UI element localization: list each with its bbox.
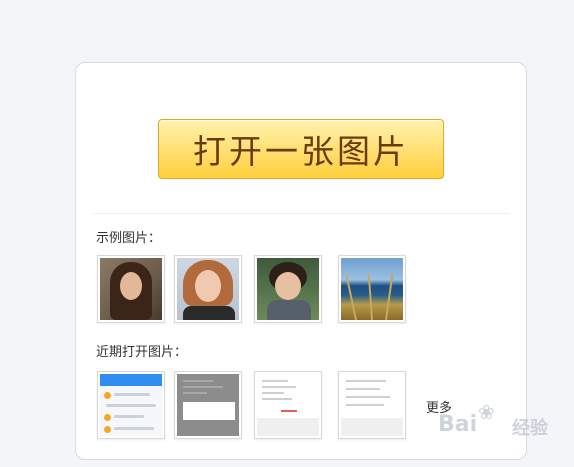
divider — [92, 213, 510, 214]
recent-images-label: 近期打开图片： — [96, 344, 188, 359]
sample-image-4[interactable] — [338, 255, 406, 323]
sample-image-3[interactable] — [254, 255, 322, 323]
more-link[interactable]: 更多 — [426, 397, 452, 416]
sample-image-2[interactable] — [174, 255, 242, 323]
image-picker-panel: 打开一张图片 示例图片： 近期打开图片： 更多 — [75, 62, 527, 460]
recent-image-4[interactable] — [338, 371, 406, 439]
sample-images-label: 示例图片： — [96, 230, 162, 245]
open-image-button[interactable]: 打开一张图片 — [158, 119, 444, 179]
recent-image-1[interactable] — [97, 371, 165, 439]
sample-image-1[interactable] — [97, 255, 165, 323]
recent-image-3[interactable] — [254, 371, 322, 439]
recent-image-2[interactable] — [174, 371, 242, 439]
